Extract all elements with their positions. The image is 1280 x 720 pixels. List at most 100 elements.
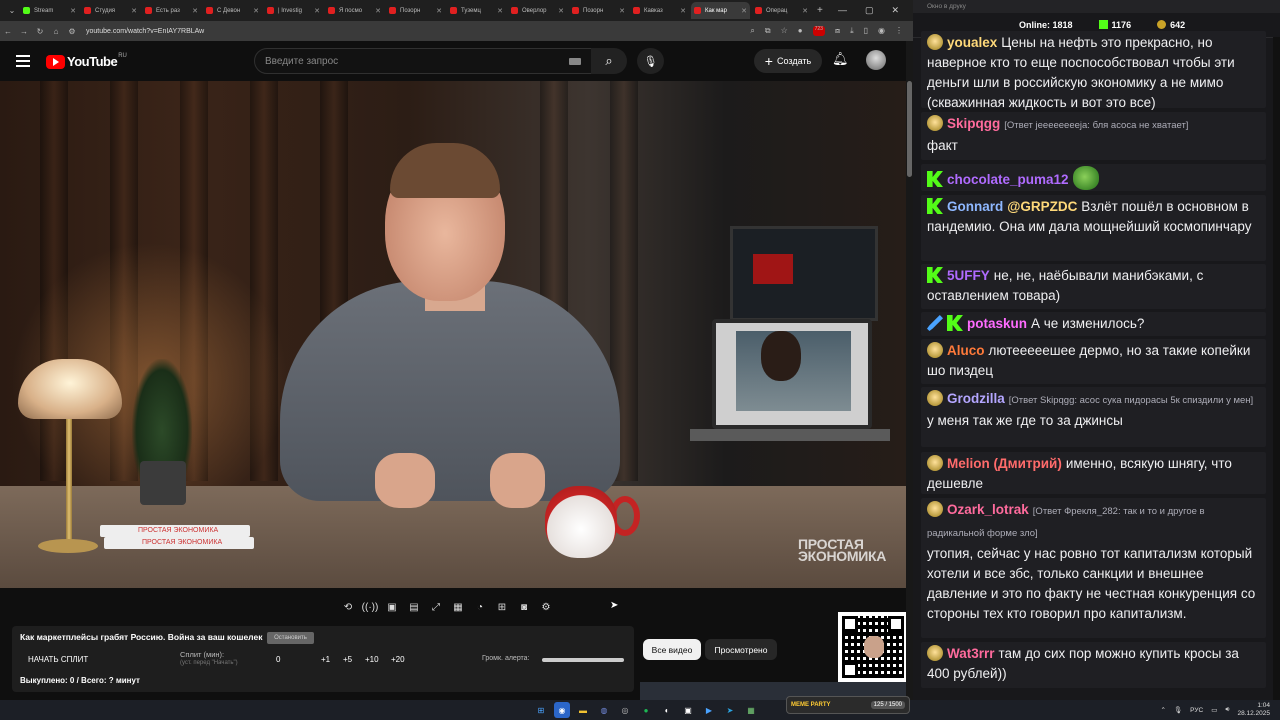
filmstrip-icon[interactable]: ▦	[450, 599, 466, 615]
windows-start-icon[interactable]: ⊞	[533, 702, 549, 718]
browser-tab[interactable]: Как мар ✕	[691, 2, 750, 19]
browser-tab[interactable]: Я посмо ✕	[325, 2, 384, 19]
clock[interactable]: 1:04 28.12.2025	[1237, 702, 1270, 718]
chip-watched[interactable]: Просмотрено	[705, 639, 777, 660]
tab-close-icon[interactable]: ✕	[70, 7, 76, 15]
profile-icon[interactable]: ◉	[878, 26, 885, 36]
chat-username[interactable]: 5UFFY	[947, 268, 990, 283]
voice-search-button[interactable]: 🎙︎	[637, 48, 664, 74]
tab-close-icon[interactable]: ✕	[802, 7, 808, 15]
chat-username[interactable]: Grodzilla	[947, 391, 1005, 406]
tab-close-icon[interactable]: ✕	[314, 7, 320, 15]
browser-tab[interactable]: Туземц ✕	[447, 2, 506, 19]
chat-username[interactable]: Melion (Дмитрий)	[947, 456, 1062, 471]
chat-scrollbar[interactable]	[1273, 37, 1280, 700]
install-icon[interactable]: ⧉	[765, 26, 771, 36]
tab-close-icon[interactable]: ✕	[558, 7, 564, 15]
microphone-icon[interactable]: 🎙︎	[1174, 706, 1182, 714]
browser-tab[interactable]: Позорн ✕	[386, 2, 445, 19]
tab-close-icon[interactable]: ✕	[680, 7, 686, 15]
speed-icon[interactable]: ◔	[472, 599, 488, 615]
tab-list-icon[interactable]: ⌄	[4, 6, 20, 15]
language-indicator[interactable]: РУС	[1190, 707, 1203, 714]
spotify-icon[interactable]: ●	[638, 702, 654, 718]
volume-icon[interactable]: 🔊︎	[1225, 706, 1229, 714]
chat-mention[interactable]: @GRPZDC	[1007, 199, 1077, 214]
tab-close-icon[interactable]: ✕	[375, 7, 381, 15]
chat-username[interactable]: Ozark_lotrak	[947, 502, 1029, 517]
tab-close-icon[interactable]: ✕	[497, 7, 503, 15]
chrome-icon[interactable]: ◉	[554, 702, 570, 718]
notifications-bell-icon[interactable]: 🔔︎	[832, 51, 849, 67]
obs-icon[interactable]: ◐	[659, 702, 675, 718]
site-info-icon[interactable]: ⚙	[64, 27, 80, 36]
chat-username[interactable]: potaskun	[967, 316, 1027, 331]
tab-close-icon[interactable]: ✕	[741, 7, 747, 15]
steam-icon[interactable]: ◎	[617, 702, 633, 718]
alert-volume-slider[interactable]	[542, 658, 624, 662]
new-tab-button[interactable]: +	[817, 5, 823, 16]
chip-all-videos[interactable]: Все видео	[643, 639, 701, 660]
search-button[interactable]: ⌕	[591, 48, 627, 74]
maximize-icon[interactable]: ▢	[865, 5, 874, 16]
browser-tab[interactable]: | Investig ✕	[264, 2, 323, 19]
browser-tab[interactable]: Кавказ ✕	[630, 2, 689, 19]
screen-icon[interactable]: ▣	[384, 599, 400, 615]
resize-icon[interactable]: ⤢	[428, 599, 444, 615]
browser-tab[interactable]: Операц ✕	[752, 2, 811, 19]
broadcast-icon[interactable]: ((·))	[362, 599, 379, 615]
tab-close-icon[interactable]: ✕	[436, 7, 442, 15]
tab-close-icon[interactable]: ✕	[131, 7, 137, 15]
back-icon[interactable]: ←	[0, 27, 16, 36]
chat-username[interactable]: Wat3rrr	[947, 646, 995, 661]
close-icon[interactable]: ✕	[891, 5, 899, 16]
youtube-logo[interactable]: YouTube RU	[46, 53, 127, 69]
browser-tab[interactable]: Оверлор ✕	[508, 2, 567, 19]
browser-tab[interactable]: Позорн ✕	[569, 2, 628, 19]
minimize-icon[interactable]: —	[838, 5, 847, 16]
tab-close-icon[interactable]: ✕	[253, 7, 259, 15]
downloads-icon[interactable]: ⤓	[850, 26, 854, 36]
tab-close-icon[interactable]: ✕	[192, 7, 198, 15]
network-icon[interactable]: ▭	[1211, 706, 1217, 714]
avatar[interactable]	[866, 50, 886, 70]
menu-icon[interactable]: ⋮	[895, 26, 903, 36]
extension-icon[interactable]: ●	[798, 26, 803, 36]
chevron-up-icon[interactable]: ⌃	[1160, 706, 1165, 714]
search-input[interactable]: Введите запрос	[254, 48, 592, 74]
chat-messages[interactable]: youalex Цены на нефть это прекрасно, но н…	[913, 31, 1280, 700]
media-icon[interactable]: ▶	[701, 702, 717, 718]
folder-icon[interactable]: ▬	[575, 702, 591, 718]
frame-icon[interactable]: ⊞	[494, 599, 510, 615]
sidebar-icon[interactable]: ▯	[864, 26, 868, 36]
chat-username[interactable]: Aluco	[947, 343, 985, 358]
home-icon[interactable]: ⌂	[48, 27, 64, 36]
keyboard-icon[interactable]	[569, 57, 581, 65]
browser-tab[interactable]: Есть раз ✕	[142, 2, 201, 19]
zoom-icon[interactable]: ⌕	[750, 26, 754, 36]
bookmark-star-icon[interactable]: ☆	[781, 26, 788, 36]
video-player[interactable]: ПРОСТАЯ ЭКОНОМИКА ПРОСТАЯ ЭКОНОМИКА ПРОС…	[0, 81, 906, 588]
increment-button[interactable]: +5	[343, 655, 352, 664]
chat-username[interactable]: Skipqgg	[947, 116, 1000, 131]
url-field[interactable]: youtube.com/watch?v=EnIAY7RBLAw	[86, 28, 204, 35]
page-scrollbar[interactable]	[906, 41, 913, 700]
start-split-button[interactable]: НАЧАТЬ СПЛИТ	[28, 655, 88, 664]
reload-icon[interactable]: ↻	[32, 27, 48, 36]
chat-username[interactable]: youalex	[947, 35, 997, 50]
increment-button[interactable]: +1	[321, 655, 330, 664]
settings-gear-icon[interactable]: ⚙	[538, 599, 554, 615]
tab-close-icon[interactable]: ✕	[619, 7, 625, 15]
increment-button[interactable]: +10	[365, 655, 379, 664]
discord-icon[interactable]: ◍	[596, 702, 612, 718]
menu-hamburger-icon[interactable]	[16, 55, 30, 67]
browser-tab[interactable]: С Девон ✕	[203, 2, 262, 19]
split-value[interactable]: 0	[276, 655, 280, 664]
extension-badge[interactable]: 723	[812, 26, 825, 36]
create-button[interactable]: + Создать	[754, 49, 822, 73]
forward-icon[interactable]: →	[16, 27, 32, 36]
browser-tab[interactable]: Stream ✕	[20, 2, 79, 19]
camera-icon[interactable]: ◙	[516, 599, 532, 615]
chat-username[interactable]: chocolate_puma12	[947, 172, 1069, 187]
chat-username[interactable]: Gonnard	[947, 199, 1003, 214]
